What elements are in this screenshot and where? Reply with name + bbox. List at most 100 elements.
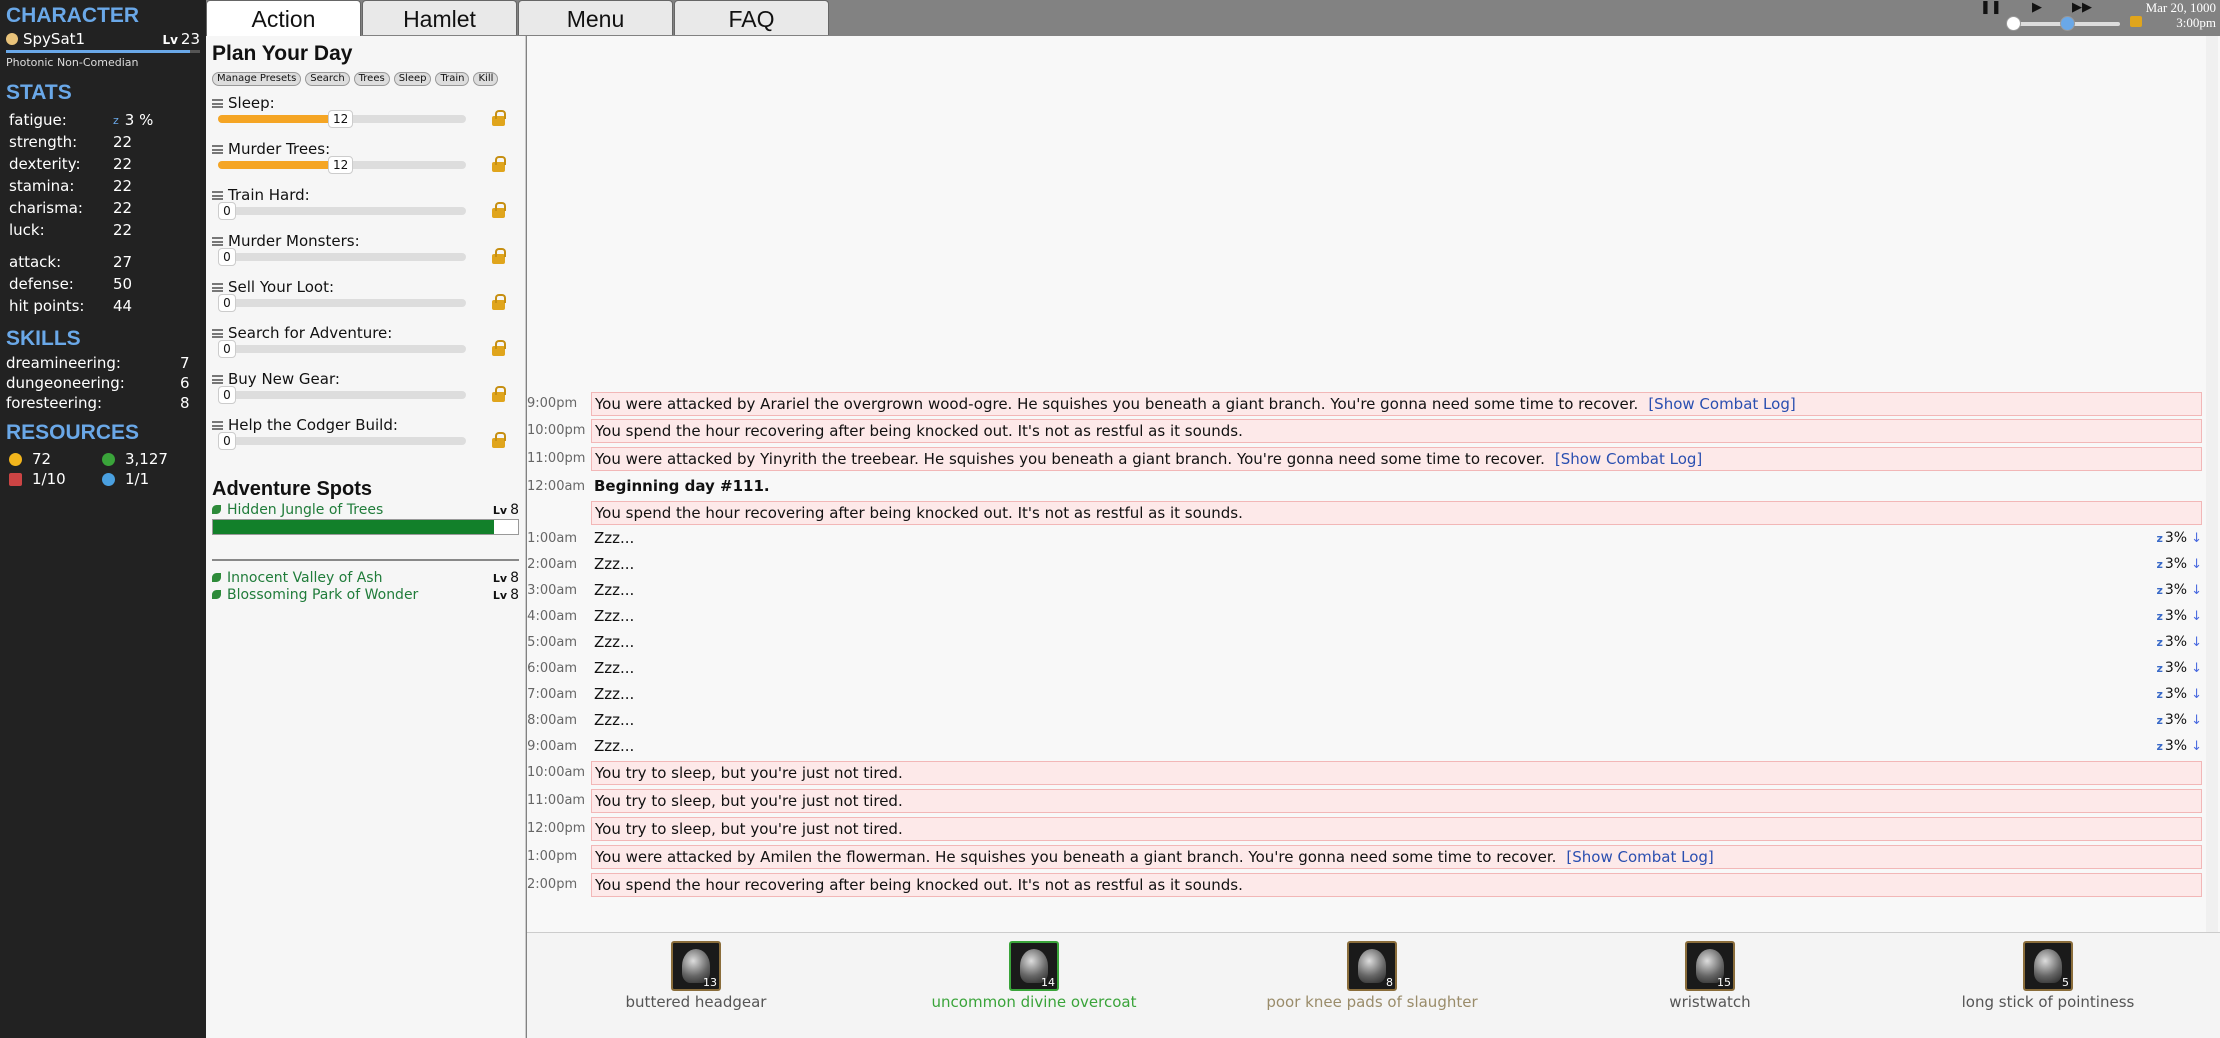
preset-button-train[interactable]: Train bbox=[435, 72, 470, 86]
spot-level: Lv 8 bbox=[492, 586, 519, 603]
unlock-icon[interactable] bbox=[492, 202, 506, 218]
activity-hours-value[interactable]: 0 bbox=[218, 202, 236, 220]
activity-hours-value[interactable]: 0 bbox=[218, 386, 236, 404]
character-row[interactable]: SpySat1 Lv 23 bbox=[6, 30, 200, 48]
gear-item-icon[interactable]: 5 bbox=[2023, 941, 2073, 991]
log-text: Zzz... bbox=[594, 607, 635, 625]
activity-hours-value[interactable]: 0 bbox=[218, 432, 236, 450]
preset-button-manage-presets[interactable]: Manage Presets bbox=[212, 72, 302, 86]
gear-level: 15 bbox=[1717, 976, 1731, 989]
activity-hours-value[interactable]: 0 bbox=[218, 294, 236, 312]
gear-item-icon[interactable]: 13 bbox=[671, 941, 721, 991]
unlock-icon[interactable] bbox=[492, 156, 506, 172]
speed-slider[interactable] bbox=[2006, 16, 2120, 31]
drag-handle-icon[interactable] bbox=[212, 282, 223, 292]
skill-label: foresteering: bbox=[6, 394, 103, 412]
pause-icon[interactable]: ❚❚ bbox=[1980, 0, 2002, 15]
show-combat-log-link[interactable]: [Show Combat Log] bbox=[1648, 395, 1795, 413]
down-arrow-icon: ↓ bbox=[2191, 634, 2202, 650]
fast-forward-icon[interactable]: ▶▶ bbox=[2072, 0, 2092, 15]
gear-item-icon[interactable]: 15 bbox=[1685, 941, 1735, 991]
log-entry: 9:00pm You were attacked by Arariel the o… bbox=[527, 391, 2202, 416]
play-icon[interactable]: ▶ bbox=[2032, 0, 2042, 15]
activity-slider[interactable]: 0 bbox=[218, 340, 466, 358]
gear-item[interactable]: 13 buttered headgear bbox=[546, 941, 846, 1011]
tab-menu[interactable]: Menu bbox=[518, 0, 673, 35]
drag-handle-icon[interactable] bbox=[212, 144, 223, 154]
activity-slider[interactable]: 0 bbox=[218, 432, 466, 450]
adventure-spot[interactable]: Innocent Valley of Ash Lv 8 bbox=[212, 569, 519, 586]
character-title: Photonic Non-Comedian bbox=[6, 56, 139, 69]
activity-slider-row[interactable]: Sleep: 12 bbox=[212, 94, 519, 140]
drag-handle-icon[interactable] bbox=[212, 420, 223, 430]
activity-slider-row[interactable]: Train Hard: 0 bbox=[212, 186, 519, 232]
activity-hours-value[interactable]: 0 bbox=[218, 248, 236, 266]
skill-row: foresteering: 8 bbox=[6, 393, 200, 413]
drag-handle-icon[interactable] bbox=[212, 98, 223, 108]
gear-name: wristwatch bbox=[1669, 993, 1751, 1011]
activity-slider-row[interactable]: Murder Trees: 12 bbox=[212, 140, 519, 186]
activity-slider[interactable]: 0 bbox=[218, 386, 466, 404]
drag-handle-icon[interactable] bbox=[212, 236, 223, 246]
drag-handle-icon[interactable] bbox=[212, 328, 223, 338]
activity-slider-row[interactable]: Murder Monsters: 0 bbox=[212, 232, 519, 278]
preset-button-search[interactable]: Search bbox=[305, 72, 350, 86]
activity-slider[interactable]: 12 bbox=[218, 110, 466, 128]
speed-slider-min-knob[interactable] bbox=[2006, 16, 2021, 31]
combat-stat-row: hit points: 44 bbox=[6, 295, 200, 317]
speed-lock-icon[interactable] bbox=[2130, 16, 2142, 27]
tab-hamlet[interactable]: Hamlet bbox=[362, 0, 517, 35]
adventure-spot[interactable]: Blossoming Park of Wonder Lv 8 bbox=[212, 586, 519, 603]
activity-label: Murder Monsters: bbox=[212, 232, 519, 250]
activity-slider-row[interactable]: Help the Codger Build: 0 bbox=[212, 416, 519, 462]
gear-item-icon[interactable]: 14 bbox=[1009, 941, 1059, 991]
log-time: 1:00am bbox=[527, 531, 577, 546]
log-time: 9:00am bbox=[527, 739, 577, 754]
game-clock: Mar 20, 1000 3:00pm bbox=[2145, 0, 2216, 30]
activity-hours-value[interactable]: 0 bbox=[218, 340, 236, 358]
activity-hours-value[interactable]: 12 bbox=[328, 156, 354, 174]
log-text: You try to sleep, but you're just not ti… bbox=[595, 792, 903, 810]
speed-slider-knob[interactable] bbox=[2060, 16, 2075, 31]
unlock-icon[interactable] bbox=[492, 432, 506, 448]
unlock-icon[interactable] bbox=[492, 340, 506, 356]
gear-item[interactable]: 14 uncommon divine overcoat bbox=[884, 941, 1184, 1011]
activity-slider[interactable]: 0 bbox=[218, 248, 466, 266]
drag-handle-icon[interactable] bbox=[212, 374, 223, 384]
preset-button-kill[interactable]: Kill bbox=[473, 72, 499, 86]
activity-slider-row[interactable]: Buy New Gear: 0 bbox=[212, 370, 519, 416]
activity-slider-row[interactable]: Sell Your Loot: 0 bbox=[212, 278, 519, 324]
gear-item[interactable]: 15 wristwatch bbox=[1560, 941, 1860, 1011]
gear-item-icon[interactable]: 8 bbox=[1347, 941, 1397, 991]
spot-current[interactable]: Hidden Jungle of Trees Lv 8 bbox=[212, 501, 519, 518]
show-combat-log-link[interactable]: [Show Combat Log] bbox=[1566, 848, 1713, 866]
activity-slider[interactable]: 12 bbox=[218, 156, 466, 174]
activity-slider[interactable]: 0 bbox=[218, 202, 466, 220]
stats-heading: STATS bbox=[6, 81, 72, 104]
unlock-icon[interactable] bbox=[492, 294, 506, 310]
show-combat-log-link[interactable]: [Show Combat Log] bbox=[1555, 450, 1702, 468]
log-scrollbar[interactable] bbox=[2206, 36, 2218, 932]
unlock-icon[interactable] bbox=[492, 110, 506, 126]
tab-faq[interactable]: FAQ bbox=[674, 0, 829, 35]
log-message: You try to sleep, but you're just not ti… bbox=[591, 817, 2202, 841]
unlock-icon[interactable] bbox=[492, 386, 506, 402]
unlock-icon[interactable] bbox=[492, 248, 506, 264]
fatigue-change-value: 3% bbox=[2164, 686, 2188, 702]
log-time: 11:00am bbox=[527, 793, 586, 808]
activity-slider[interactable]: 0 bbox=[218, 294, 466, 312]
gear-level: 5 bbox=[2062, 976, 2069, 989]
activity-label: Search for Adventure: bbox=[212, 324, 519, 342]
tab-action[interactable]: Action bbox=[206, 0, 361, 36]
log-time: 5:00am bbox=[527, 635, 577, 650]
drag-handle-icon[interactable] bbox=[212, 190, 223, 200]
preset-button-trees[interactable]: Trees bbox=[353, 72, 390, 86]
preset-button-sleep[interactable]: Sleep bbox=[393, 72, 432, 86]
activity-slider-row[interactable]: Search for Adventure: 0 bbox=[212, 324, 519, 370]
gear-item[interactable]: 5 long stick of pointiness bbox=[1898, 941, 2198, 1011]
stat-row: charisma: 22 bbox=[6, 197, 200, 219]
log-text: Beginning day #111. bbox=[594, 477, 770, 495]
gear-item[interactable]: 8 poor knee pads of slaughter bbox=[1222, 941, 1522, 1011]
activity-hours-value[interactable]: 12 bbox=[328, 110, 354, 128]
log-message: Zzz... bbox=[591, 605, 2202, 629]
